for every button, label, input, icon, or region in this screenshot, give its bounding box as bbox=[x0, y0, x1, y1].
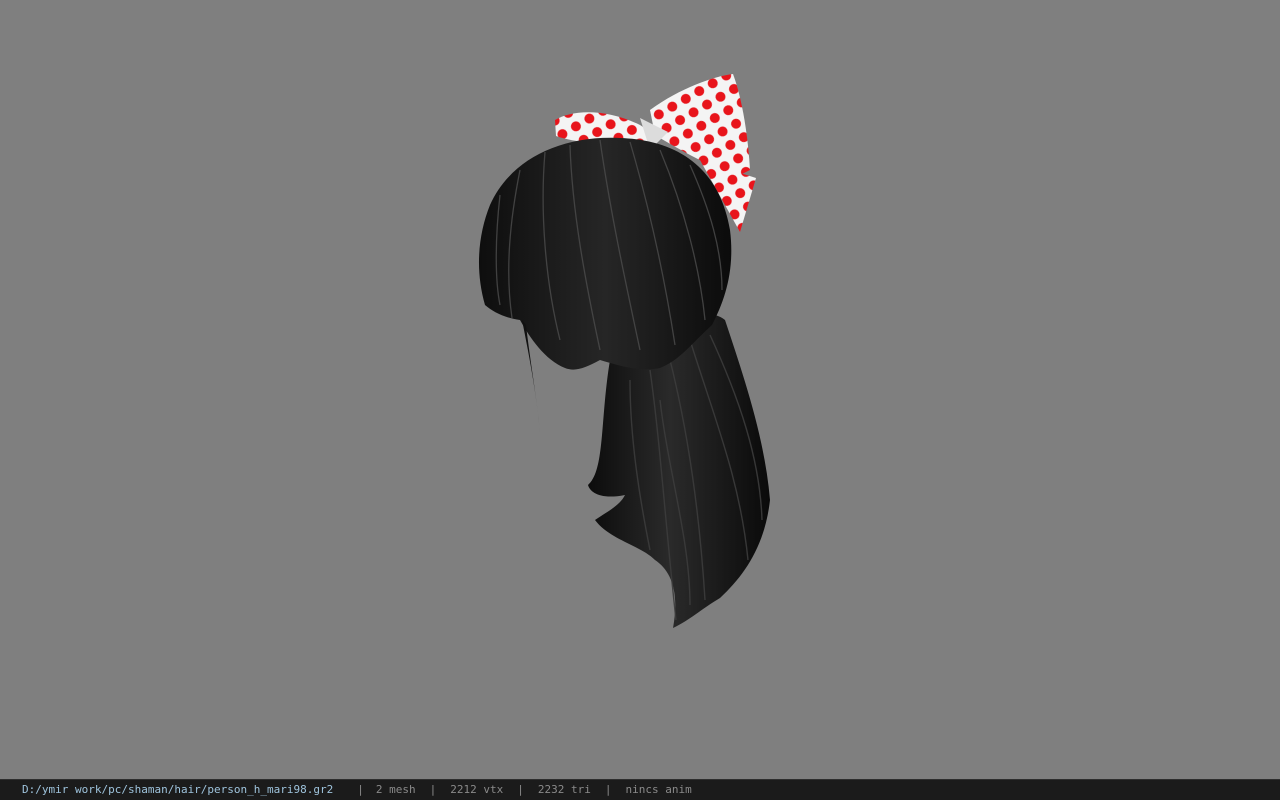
status-separator: | bbox=[357, 783, 364, 796]
vertex-count-label: 2212 vtx bbox=[450, 783, 504, 796]
3d-viewport[interactable] bbox=[0, 0, 1280, 779]
file-path-label: D:/ymir work/pc/shaman/hair/person_h_mar… bbox=[22, 783, 334, 796]
hair-model-render bbox=[478, 74, 770, 628]
status-bar: D:/ymir work/pc/shaman/hair/person_h_mar… bbox=[0, 779, 1280, 800]
triangle-count-label: 2232 tri bbox=[537, 783, 591, 796]
status-separator: | bbox=[517, 783, 524, 796]
anim-status-label: nincs anim bbox=[625, 783, 692, 796]
mesh-count-label: 2 mesh bbox=[375, 783, 416, 796]
status-separator: | bbox=[429, 783, 437, 796]
status-separator: | bbox=[604, 783, 612, 796]
